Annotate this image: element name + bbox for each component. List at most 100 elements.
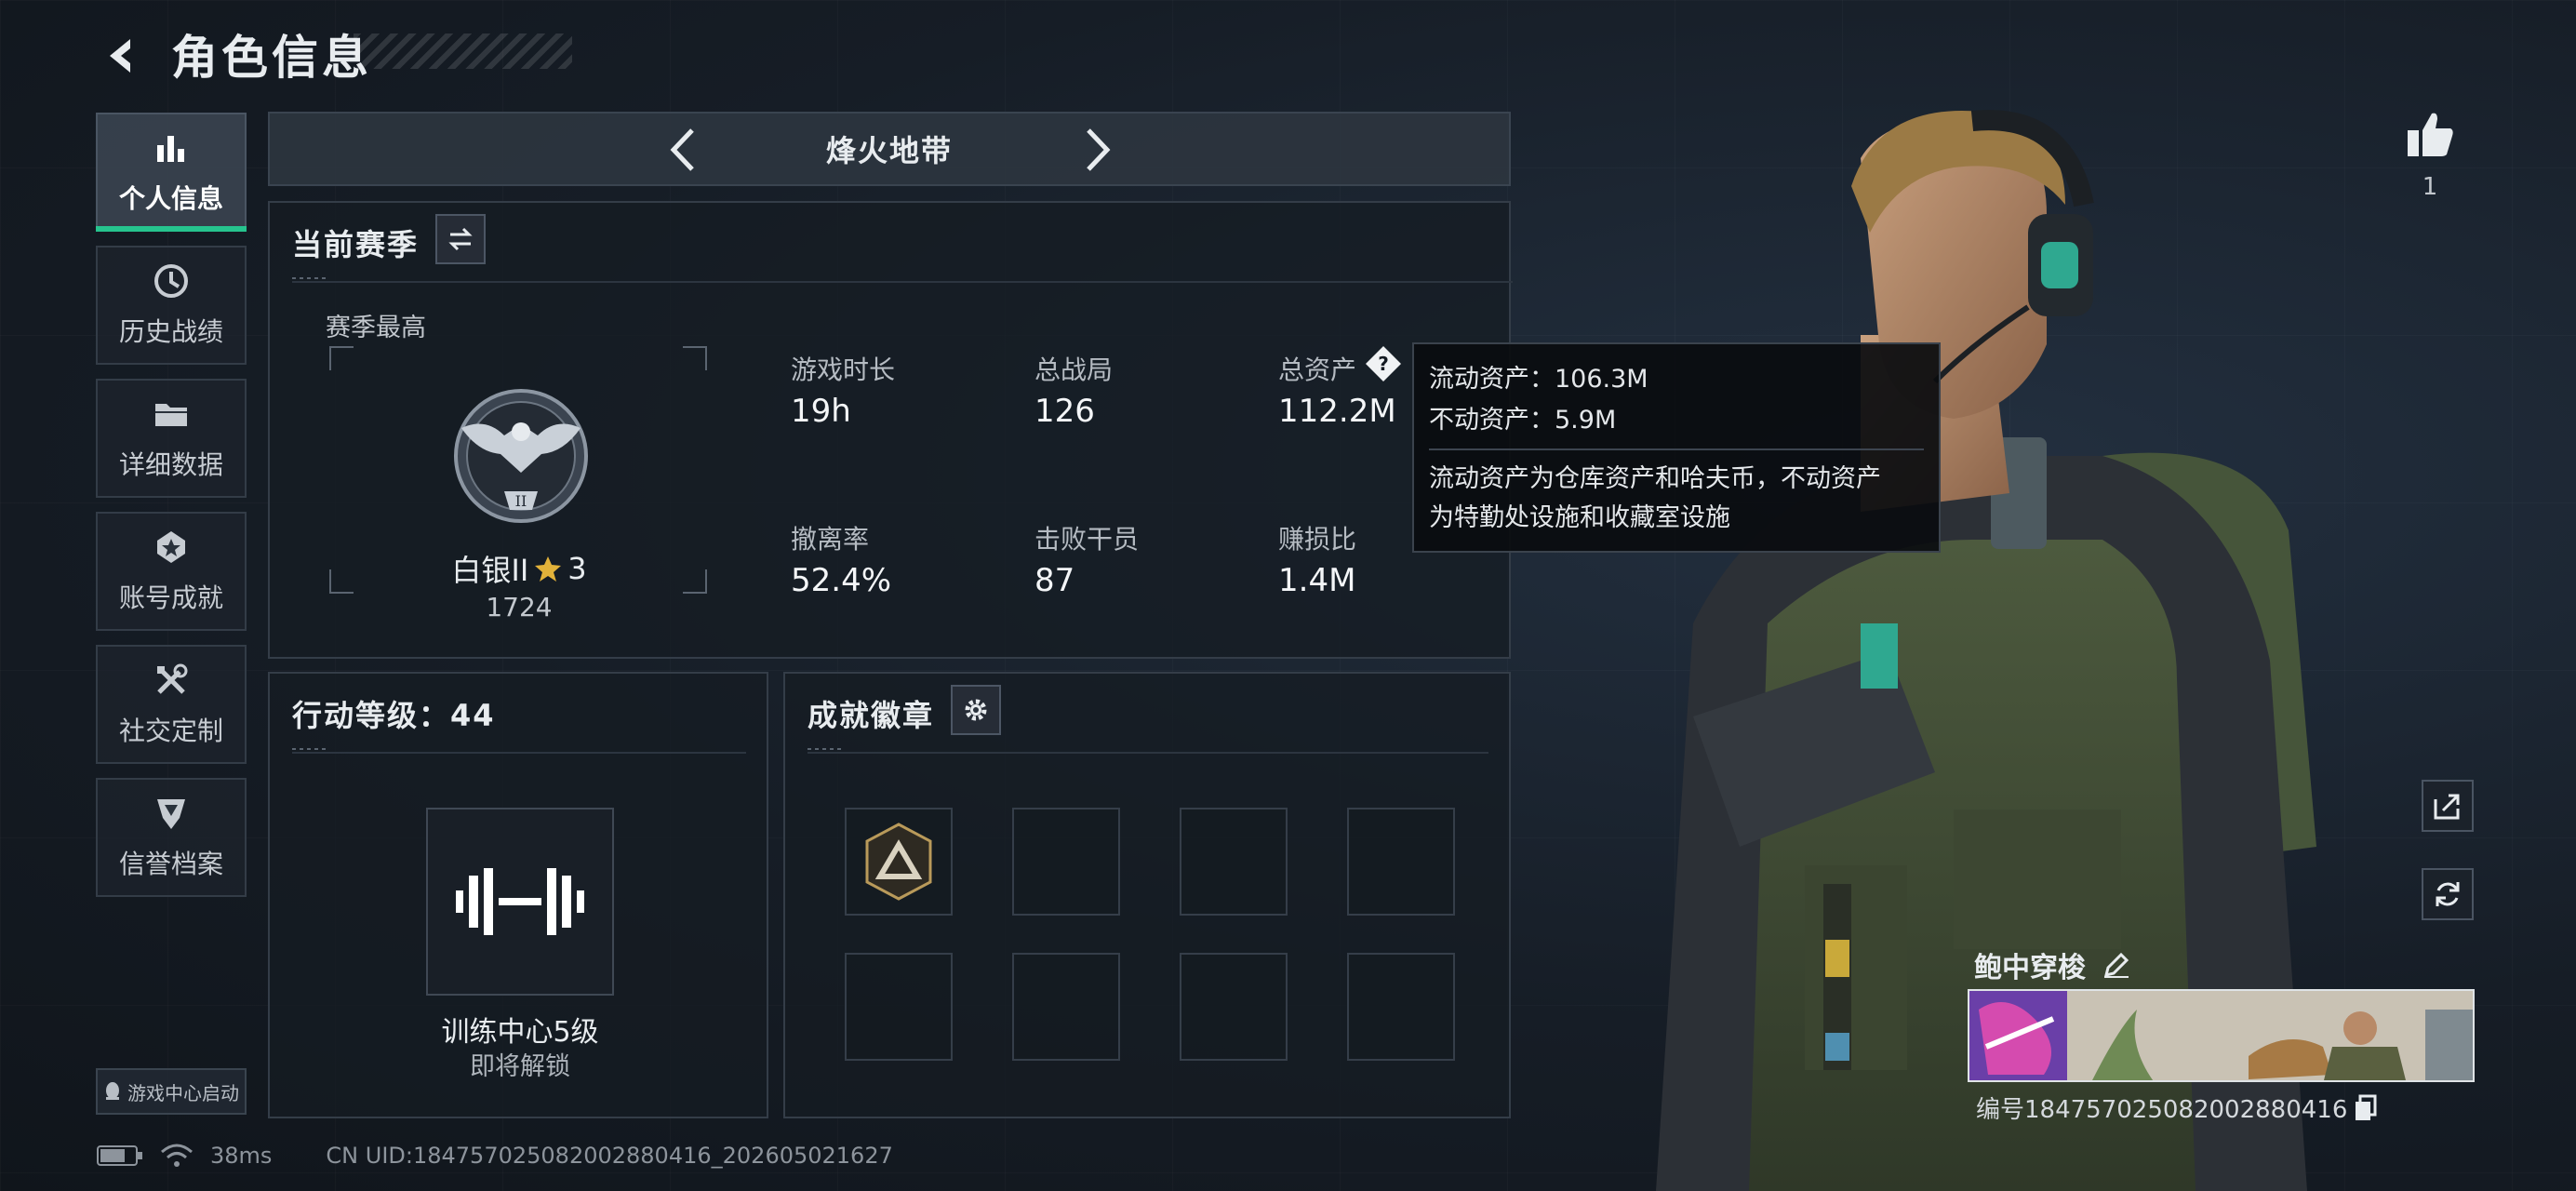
like-count: 1 xyxy=(2422,173,2438,201)
rank-roman: II xyxy=(515,492,527,510)
season-title: 当前赛季 xyxy=(292,227,420,262)
game-center-label: 游戏中心启动 xyxy=(127,1081,239,1104)
level-divider xyxy=(292,748,746,754)
season-switch-button[interactable] xyxy=(435,214,486,264)
sidebar-item-label: 账号成就 xyxy=(118,582,223,613)
sidebar-item-achievements[interactable]: 账号成就 xyxy=(96,512,247,631)
chevron-left-icon xyxy=(670,128,694,171)
unlock-status: 即将解锁 xyxy=(470,1052,570,1081)
banner-artwork xyxy=(1969,991,2473,1080)
season-best-label: 赛季最高 xyxy=(326,314,426,342)
badge-slot-empty[interactable] xyxy=(1180,808,1288,916)
help-icon: ? xyxy=(1366,346,1401,381)
sidebar-item-label: 社交定制 xyxy=(118,716,223,746)
card-id-line: 编号1847570250820028804​16 xyxy=(1976,1091,2379,1125)
stat-value: 87 xyxy=(1034,562,1075,599)
achievements-divider xyxy=(808,748,1488,754)
badge-slot-filled[interactable] xyxy=(845,808,953,916)
rank-stars: 3 xyxy=(567,551,587,586)
stat-label: 赚损比 xyxy=(1278,524,1357,555)
badge-slot-empty[interactable] xyxy=(1180,953,1288,1061)
badge-slot-empty[interactable] xyxy=(1347,953,1455,1061)
tooltip-fixed-assets: 不动资产：5.9M xyxy=(1429,406,1617,435)
gear-icon xyxy=(965,699,987,721)
tooltip-desc-1: 流动资产为仓库资产和哈夫币，不动资产 xyxy=(1429,464,1881,493)
badge-slot-empty[interactable] xyxy=(1347,808,1455,916)
shield-icon xyxy=(157,799,185,829)
badge-slot-empty[interactable] xyxy=(845,953,953,1061)
rank-line: 白银II 3 xyxy=(445,547,594,590)
stat-label: 游戏时长 xyxy=(791,355,896,385)
achievements-settings-button[interactable] xyxy=(951,685,1001,735)
name-card-title: 鲍中穿梭 xyxy=(1974,944,2130,985)
folder-icon xyxy=(155,404,187,426)
mode-selector: 烽火地带 xyxy=(268,112,1511,186)
mode-name: 烽火地带 xyxy=(825,133,953,168)
chevron-right-icon xyxy=(1087,128,1111,171)
sidebar-item-history[interactable]: 历史战绩 xyxy=(96,246,247,365)
bar-chart-icon xyxy=(157,136,184,162)
unlock-name: 训练中心5级 xyxy=(441,1016,599,1049)
sidebar-item-label: 详细数据 xyxy=(118,449,223,480)
sidebar-item-social[interactable]: 社交定制 xyxy=(96,645,247,764)
stat-label: 撤离率 xyxy=(791,524,870,555)
level-panel: 行动等级：44 训练中心5级 即将解锁 xyxy=(268,672,768,1118)
svg-text:?: ? xyxy=(1378,353,1389,375)
wifi-icon xyxy=(161,1144,193,1167)
ping-value: 38ms xyxy=(210,1143,273,1169)
refresh-icon xyxy=(2436,882,2460,906)
status-footer: 38ms CN UID:18475702508200288041​6_20260… xyxy=(97,1143,893,1169)
like-button[interactable] xyxy=(2400,104,2460,164)
tooltip-desc-2: 为特勤处设施和收藏室设施 xyxy=(1429,503,1730,532)
badge-slot-empty[interactable] xyxy=(1012,953,1120,1061)
name-card-banner[interactable] xyxy=(1968,989,2475,1082)
tooltip-divider xyxy=(1429,448,1924,450)
dumbbell-icon xyxy=(456,868,584,935)
rank-score: 1724 xyxy=(486,592,553,622)
back-button[interactable] xyxy=(93,28,149,84)
tools-icon xyxy=(157,663,188,694)
uid-text: CN UID:18475702508200288041​6_2026050216… xyxy=(326,1143,893,1169)
tooltip-liquid-assets: 流动资产：106.3M xyxy=(1429,365,1648,394)
penguin-icon xyxy=(106,1082,119,1100)
stat-value: 1.4M xyxy=(1278,562,1356,599)
back-arrow-icon xyxy=(110,39,130,73)
stat-value: 52.4% xyxy=(791,562,892,599)
season-panel: 当前赛季 赛季最高 II 白银II 3 1724 游戏时长 19h 总战局 12… xyxy=(268,201,1513,659)
sidebar-item-label: 信誉档案 xyxy=(118,849,223,879)
thumbs-up-icon xyxy=(2408,113,2453,156)
star-icon xyxy=(535,556,562,582)
sidebar-item-credit[interactable]: 信誉档案 xyxy=(96,778,247,897)
achievements-title: 成就徽章 xyxy=(808,698,935,733)
achievements-panel: 成就徽章 xyxy=(783,672,1511,1118)
game-center-tag: 游戏中心启动 xyxy=(96,1068,247,1115)
season-divider xyxy=(292,277,1513,283)
unlock-tile[interactable] xyxy=(426,808,614,996)
page-title: 角色信息 xyxy=(171,31,372,85)
battery-icon xyxy=(97,1145,142,1166)
sidebar-item-profile[interactable]: 个人信息 xyxy=(96,113,247,232)
copy-icon[interactable] xyxy=(2353,1094,2379,1122)
history-clock-icon xyxy=(154,264,188,298)
stat-label: 总资产 xyxy=(1278,355,1357,385)
card-name: 鲍中穿梭 xyxy=(1974,952,2086,984)
stat-value: 126 xyxy=(1034,393,1095,430)
sidebar-item-details[interactable]: 详细数据 xyxy=(96,379,247,498)
card-id: 编号1847570250820028804​16 xyxy=(1976,1096,2348,1124)
refresh-button[interactable] xyxy=(2422,868,2474,920)
level-title: 行动等级：44 xyxy=(292,698,496,733)
share-icon xyxy=(2434,794,2460,820)
edit-pencil-icon[interactable] xyxy=(2102,951,2130,979)
stat-value: 19h xyxy=(791,393,851,430)
mode-prev-button[interactable] xyxy=(659,127,705,173)
title-decoration xyxy=(354,33,572,69)
medal-icon xyxy=(157,531,185,563)
mode-next-button[interactable] xyxy=(1075,127,1122,173)
stat-label: 总战局 xyxy=(1034,355,1114,385)
asset-help-button[interactable]: ? xyxy=(1362,342,1405,385)
triangle-badge-icon xyxy=(865,823,932,901)
badge-slot-empty[interactable] xyxy=(1012,808,1120,916)
stat-value: 112.2M xyxy=(1278,393,1396,430)
share-button[interactable] xyxy=(2422,780,2474,832)
sidebar-item-label: 历史战绩 xyxy=(118,316,223,347)
